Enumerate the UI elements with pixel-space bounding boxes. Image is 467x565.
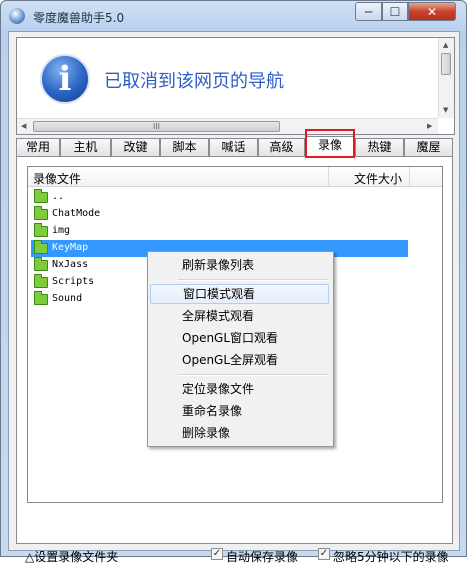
context-menu: 刷新录像列表 窗口模式观看 全屏模式观看 OpenGL窗口观看 OpenGL全屏… (147, 251, 334, 447)
folder-icon (34, 274, 48, 288)
horizontal-scroll-thumb[interactable]: III (33, 121, 280, 132)
folder-icon (34, 189, 48, 203)
column-file-size[interactable]: 文件大小 (354, 170, 402, 187)
tab-hotkey[interactable]: 热键 (355, 138, 404, 156)
window-title: 零度魔兽助手5.0 (33, 11, 125, 25)
scroll-left-icon[interactable]: ◀ (21, 122, 26, 130)
scroll-down-icon[interactable]: ▼ (443, 106, 448, 114)
close-button[interactable]: ✕ (408, 2, 456, 21)
list-item[interactable]: ChatMode (31, 206, 408, 223)
list-item-label: .. (52, 191, 65, 202)
folder-icon (34, 223, 48, 237)
column-divider[interactable] (409, 167, 410, 186)
list-item-label: img (52, 225, 71, 236)
menu-watch-opengl-windowed[interactable]: OpenGL窗口观看 (150, 328, 329, 348)
folder-icon (34, 206, 48, 220)
tab-advanced[interactable]: 高级 (258, 138, 305, 156)
vertical-scroll-thumb[interactable] (441, 53, 451, 75)
tab-strip: 常用 主机 改键 脚本 喊话 高级 录像 热键 魔屋 (16, 129, 453, 158)
folder-icon (34, 257, 48, 271)
auto-save-checkbox[interactable]: ✓ (211, 548, 223, 560)
maximize-button[interactable]: ☐ (382, 2, 408, 21)
column-divider[interactable] (328, 167, 329, 186)
navigation-cancelled-message: 已取消到该网页的导航 (104, 71, 284, 92)
scroll-up-icon[interactable]: ▲ (443, 41, 448, 49)
embedded-browser[interactable]: i 已取消到该网页的导航 ▲ ▼ ◀ III ▶ (16, 37, 455, 135)
scroll-right-icon[interactable]: ▶ (427, 122, 432, 130)
bottom-options: △设置录像文件夹 ✓ 自动保存录像 ✓ 忽略5分钟以下的录像 (25, 548, 455, 564)
vertical-scrollbar[interactable]: ▲ ▼ (438, 38, 454, 118)
list-item-label: KeyMap (52, 242, 89, 253)
menu-watch-windowed[interactable]: 窗口模式观看 (150, 284, 329, 304)
ignore-short-replays-checkbox[interactable]: ✓ (318, 548, 330, 560)
tab-script[interactable]: 脚本 (160, 138, 209, 156)
menu-locate-file[interactable]: 定位录像文件 (150, 379, 329, 399)
minimize-button[interactable]: ─ (355, 2, 382, 21)
folder-icon (34, 291, 48, 305)
menu-refresh-list[interactable]: 刷新录像列表 (150, 255, 329, 275)
list-item-label: Scripts (52, 276, 95, 287)
horizontal-scrollbar[interactable]: ◀ III ▶ (17, 118, 438, 134)
column-replay-file[interactable]: 录像文件 (33, 170, 81, 187)
list-item-label: ChatMode (52, 208, 101, 219)
menu-watch-fullscreen[interactable]: 全屏模式观看 (150, 306, 329, 326)
replay-tab-highlight (305, 129, 355, 158)
menu-divider (178, 374, 328, 376)
list-item-label: Sound (52, 293, 83, 304)
tab-shout[interactable]: 喊话 (209, 138, 258, 156)
list-header: 录像文件 文件大小 (28, 167, 442, 187)
menu-delete[interactable]: 删除录像 (150, 423, 329, 443)
tab-host[interactable]: 主机 (60, 138, 111, 156)
tab-magic-house[interactable]: 魔屋 (404, 138, 453, 156)
title-bar[interactable]: 零度魔兽助手5.0 ─ ☐ ✕ (1, 1, 466, 31)
list-item[interactable]: img (31, 223, 408, 240)
menu-rename[interactable]: 重命名录像 (150, 401, 329, 421)
info-icon: i (40, 54, 90, 104)
menu-watch-opengl-fullscreen[interactable]: OpenGL全屏观看 (150, 350, 329, 370)
app-icon (9, 8, 25, 24)
tab-keymap[interactable]: 改键 (111, 138, 160, 156)
tab-common[interactable]: 常用 (16, 138, 60, 156)
folder-icon (34, 240, 48, 254)
menu-divider (178, 279, 328, 281)
list-item[interactable]: .. (31, 189, 408, 206)
list-item-label: NxJass (52, 259, 89, 270)
